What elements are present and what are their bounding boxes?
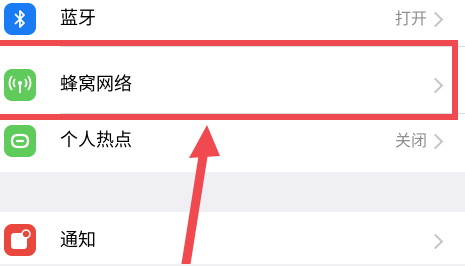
settings-row-personal-hotspot[interactable]: 个人热点 关闭 bbox=[0, 114, 465, 168]
notification-icon bbox=[4, 224, 36, 256]
divider bbox=[60, 46, 465, 47]
chevron-right-icon bbox=[427, 133, 444, 150]
hotspot-link-icon bbox=[4, 125, 36, 157]
bluetooth-icon bbox=[4, 3, 36, 35]
cellular-label: 蜂窝网络 bbox=[60, 74, 132, 95]
settings-row-cellular[interactable]: 蜂窝网络 bbox=[0, 58, 465, 112]
bluetooth-label: 蓝牙 bbox=[60, 8, 96, 29]
hotspot-label: 个人热点 bbox=[60, 130, 132, 151]
cellular-antenna-icon bbox=[4, 69, 36, 101]
settings-group-connectivity: 蓝牙 打开 蜂窝网络 个人热点 关闭 bbox=[0, 0, 465, 172]
settings-row-bluetooth[interactable]: 蓝牙 打开 bbox=[0, 0, 465, 46]
chevron-right-icon bbox=[427, 11, 444, 28]
chevron-right-icon bbox=[427, 77, 444, 94]
settings-group-notifications: 通知 bbox=[0, 212, 465, 264]
hotspot-status: 关闭 bbox=[394, 131, 427, 150]
settings-row-notifications[interactable]: 通知 bbox=[0, 212, 465, 266]
bluetooth-status: 打开 bbox=[394, 9, 427, 28]
notifications-label: 通知 bbox=[60, 230, 96, 251]
chevron-right-icon bbox=[427, 233, 444, 250]
